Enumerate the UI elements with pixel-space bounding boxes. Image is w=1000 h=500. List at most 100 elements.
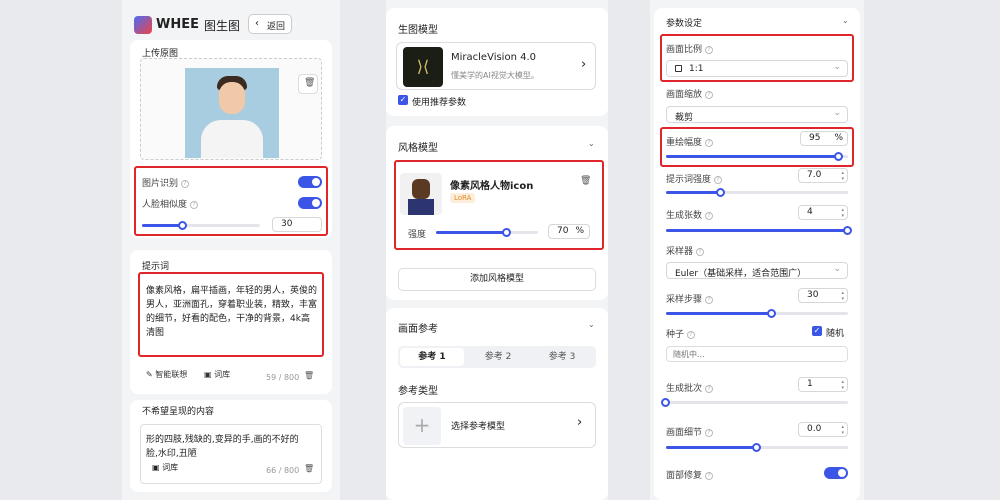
prompt-strength-input[interactable]: 7.0 ▴ ▾: [798, 168, 848, 183]
face-similarity-slider[interactable]: [142, 221, 260, 230]
params-title: 参数设定: [666, 19, 703, 29]
steps-slider[interactable]: [666, 309, 848, 318]
negative-title: 不希望呈现的内容: [142, 407, 215, 417]
face-similarity-toggle[interactable]: [298, 197, 322, 209]
prompt-lexicon-button[interactable]: ▣ 词库: [204, 369, 230, 380]
tab-reference-1[interactable]: 参考 1: [400, 348, 464, 366]
delete-style-icon[interactable]: 🗑: [580, 176, 591, 186]
help-icon: ?: [705, 139, 714, 147]
batch-slider[interactable]: [661, 398, 848, 407]
sampler-select[interactable]: Euler（基础采样，适合范围广） ⌄: [666, 262, 848, 279]
middle-panel: 生图模型 ⟩⟨ MiracleVision 4.0 懂美学的AI视觉大模型。 ›…: [386, 0, 608, 500]
strength-slider[interactable]: [436, 228, 538, 237]
lora-badge: LoRA: [450, 193, 476, 203]
seed-input[interactable]: [666, 346, 848, 362]
help-icon: ?: [705, 46, 714, 54]
help-icon: ?: [705, 385, 714, 393]
help-icon: ?: [190, 201, 199, 209]
book-icon: ▣: [204, 370, 212, 379]
uploaded-photo: [185, 68, 279, 158]
page-title: 图生图: [204, 19, 241, 33]
prompt-count: 59 / 800: [266, 373, 300, 382]
model-title: 生图模型: [398, 25, 438, 36]
help-icon: ?: [705, 296, 714, 304]
back-button[interactable]: ‹ 返回: [248, 14, 292, 34]
count-input[interactable]: 4 ▴ ▾: [798, 205, 848, 220]
help-icon: ?: [705, 91, 714, 99]
face-similarity-input[interactable]: 30: [272, 217, 322, 232]
clear-prompt-icon[interactable]: 🗑: [304, 371, 314, 380]
chevron-left-icon: ‹: [255, 18, 259, 29]
clear-negative-icon[interactable]: 🗑: [304, 464, 314, 473]
steps-input[interactable]: 30 ▴ ▾: [798, 288, 848, 303]
style-item-name: 像素风格人物icon: [450, 181, 534, 192]
help-icon: ?: [705, 212, 714, 220]
help-icon: ?: [687, 331, 696, 339]
detail-slider[interactable]: [666, 443, 848, 452]
model-selector[interactable]: ⟩⟨ MiracleVision 4.0 懂美学的AI视觉大模型。 ›: [396, 42, 596, 90]
face-fix-label: 面部修复?: [666, 468, 714, 481]
select-reference-label: 选择参考模型: [451, 422, 506, 432]
batch-label: 生成批次?: [666, 381, 714, 394]
detail-label: 画面细节?: [666, 425, 714, 438]
help-icon: ?: [696, 248, 705, 256]
chevron-right-icon: ›: [581, 57, 587, 72]
scale-select[interactable]: 裁剪 ⌄: [666, 106, 848, 123]
count-label: 生成张数?: [666, 208, 714, 221]
seed-label: 种子?: [666, 327, 696, 340]
chevron-down-icon[interactable]: ⌄: [588, 320, 595, 329]
help-icon: ?: [705, 472, 714, 480]
style-title: 风格模型: [398, 143, 438, 154]
reference-type-title: 参考类型: [398, 386, 438, 397]
ratio-select[interactable]: 1:1 ⌄: [666, 60, 848, 77]
chevron-down-icon: ⌄: [833, 264, 841, 274]
strength-input[interactable]: 70%: [548, 224, 590, 239]
face-similarity-label: 人脸相似度?: [142, 197, 199, 210]
whee-logo-icon: [134, 16, 152, 34]
tab-reference-2[interactable]: 参考 2: [466, 348, 530, 366]
sparkle-icon: ✎: [146, 370, 153, 379]
face-fix-toggle[interactable]: [824, 467, 848, 479]
chevron-down-icon: ⌄: [833, 62, 841, 72]
redraw-slider[interactable]: [666, 152, 848, 161]
negative-lexicon-button[interactable]: ▣ 词库: [152, 462, 178, 473]
recommended-checkbox[interactable]: ✓: [398, 95, 408, 105]
help-icon: ?: [705, 429, 714, 437]
tab-reference-3[interactable]: 参考 3: [530, 348, 594, 366]
prompt-title: 提示词: [142, 262, 170, 272]
left-panel: WHEE 图生图 ‹ 返回 上传原图 🗑 图片识别? 人脸相似度? 30 提示词…: [122, 0, 340, 500]
reference-tabs: 参考 1 参考 2 参考 3: [398, 346, 596, 368]
image-recognition-toggle[interactable]: [298, 176, 322, 188]
chevron-right-icon: ›: [577, 415, 583, 430]
chevron-down-icon[interactable]: ⌄: [842, 16, 849, 25]
negative-count: 66 / 800: [266, 466, 300, 475]
square-icon: [675, 65, 682, 72]
ratio-label: 画面比例?: [666, 42, 714, 55]
chevron-down-icon[interactable]: ⌄: [588, 139, 595, 148]
redraw-input[interactable]: 95%: [800, 131, 848, 146]
style-thumbnail-icon: [400, 173, 442, 215]
add-style-button[interactable]: 添加风格模型: [398, 268, 596, 291]
smart-association-button[interactable]: ✎ 智能联想: [146, 369, 187, 380]
model-desc: 懂美学的AI视觉大模型。: [451, 71, 539, 80]
prompt-strength-slider[interactable]: [666, 188, 848, 197]
select-reference-button[interactable]: + 选择参考模型 ›: [398, 402, 596, 448]
prompt-textarea[interactable]: 像素风格，扁平插画，年轻的男人，英俊的男人，亚洲面孔，穿着职业装，精致，丰富的细…: [146, 284, 318, 340]
count-slider[interactable]: [666, 226, 852, 235]
negative-text: 形的四肢,残缺的,变异的手,画的不好的脸,水印,丑陋: [146, 435, 299, 459]
help-icon: ?: [714, 176, 723, 184]
random-checkbox[interactable]: ✓: [812, 326, 822, 336]
logo-text: WHEE: [156, 17, 199, 32]
trash-icon: 🗑: [304, 78, 316, 88]
steps-label: 采样步骤?: [666, 292, 714, 305]
delete-image-button[interactable]: 🗑: [298, 74, 318, 94]
detail-input[interactable]: 0.0 ▴ ▾: [798, 422, 848, 437]
sampler-label: 采样器?: [666, 244, 705, 257]
plus-icon: +: [403, 407, 441, 445]
help-icon: ?: [181, 180, 190, 188]
batch-input[interactable]: 1 ▴ ▾: [798, 377, 848, 392]
chevron-down-icon: ⌄: [833, 108, 841, 118]
random-label: 随机: [826, 329, 845, 339]
redraw-label: 重绘幅度?: [666, 135, 714, 148]
scale-label: 画面缩放?: [666, 87, 714, 100]
